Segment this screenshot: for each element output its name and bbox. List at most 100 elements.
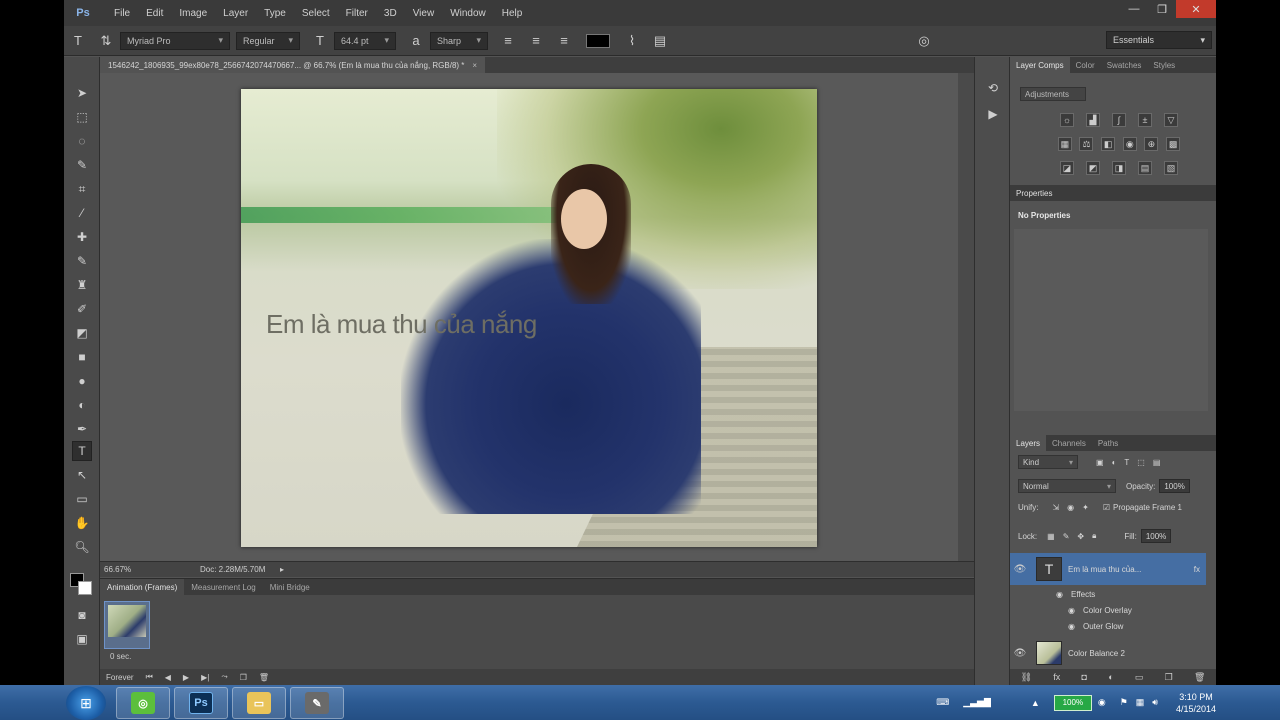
tab-mini-bridge[interactable]: Mini Bridge [263,583,317,592]
zoom-tool-icon[interactable]: 🔍︎ [72,537,92,557]
menu-type[interactable]: Type [256,8,294,19]
unify-visibility-icon[interactable]: ◉ [1067,503,1074,512]
delete-frame-icon[interactable]: 🗑︎ [253,673,275,682]
font-style-select[interactable]: Regular [236,31,300,50]
exposure-icon[interactable]: ± [1138,113,1152,127]
volume-icon[interactable]: 🔊︎ [1152,697,1158,708]
color-lookup-icon[interactable]: ▩ [1166,137,1181,151]
crop-tool-icon[interactable]: ⌗ [72,179,92,199]
next-frame-icon[interactable]: ▶| [195,673,215,682]
tween-icon[interactable]: ⤳ [215,672,233,682]
restore-button[interactable]: ❐ [1148,0,1176,18]
photo-filter-icon[interactable]: ◉ [1122,137,1137,151]
network-icon[interactable]: ▦ [1136,697,1145,708]
filter-kind-select[interactable]: Kind [1018,455,1078,469]
layer-effects[interactable]: ◉ Effects [1010,587,1206,601]
effect-color-overlay[interactable]: ◉ Color Overlay [1010,603,1206,617]
new-group-icon[interactable]: ▭ [1135,672,1144,683]
unify-position-icon[interactable]: ⇲ [1052,503,1059,512]
font-family-select[interactable]: Myriad Pro [120,31,230,50]
menu-view[interactable]: View [405,8,443,19]
lock-position-icon[interactable]: ✥ [1077,532,1084,541]
brightness-icon[interactable]: ☼ [1060,113,1074,127]
black-white-icon[interactable]: ◧ [1101,137,1116,151]
text-orientation-icon[interactable]: ⇅ [96,31,116,51]
zoom-level[interactable]: 66.67% [100,565,160,574]
path-select-tool-icon[interactable]: ↖ [72,465,92,485]
taskbar-app-4[interactable]: ✎ [290,687,344,719]
tab-channels[interactable]: Channels [1046,439,1092,448]
channel-mixer-icon[interactable]: ⊕ [1144,137,1159,151]
battery-indicator[interactable]: 100% [1053,694,1092,711]
duplicate-frame-icon[interactable]: ❐ [234,673,253,682]
workspace-select[interactable]: Essentials ▾ [1106,31,1212,49]
document-tab[interactable]: 1546242_1806935_99ex80e78_25667420744706… [100,57,486,73]
tray-up-icon[interactable]: ▲ [1031,698,1040,708]
menu-3d[interactable]: 3D [376,8,405,19]
tab-paths[interactable]: Paths [1092,439,1124,448]
selective-color-icon[interactable]: ▧ [1164,161,1178,175]
clock[interactable]: 3:10 PM 4/15/2014 [1176,691,1216,715]
close-tab-icon[interactable]: × [472,61,477,70]
blur-tool-icon[interactable]: ● [72,371,92,391]
lock-transparency-icon[interactable]: ▦ [1047,532,1055,541]
new-adjustment-icon[interactable]: ◐ [1108,672,1113,682]
propagate-checkbox[interactable]: ☑ [1103,503,1110,512]
opacity-input[interactable]: 100% [1159,479,1190,493]
status-arrow-icon[interactable]: ▸ [280,565,284,574]
flag-icon[interactable]: ⚑ [1120,697,1128,708]
filter-smart-icon[interactable]: ▤ [1153,458,1161,467]
invert-icon[interactable]: ◪ [1060,161,1074,175]
close-button[interactable]: ✕ [1176,0,1216,18]
quick-select-tool-icon[interactable]: ✎ [72,155,92,175]
layer-color-balance[interactable]: 👁︎ Color Balance 2 [1010,639,1206,667]
text-color-swatch[interactable] [586,33,610,48]
history-brush-tool-icon[interactable]: ✐ [72,299,92,319]
threshold-icon[interactable]: ◨ [1112,161,1126,175]
animation-frame-1[interactable] [104,601,150,649]
posterize-icon[interactable]: ◩ [1086,161,1100,175]
lasso-tool-icon[interactable]: ◌ [72,131,92,151]
filter-adjust-icon[interactable]: ◐ [1112,458,1117,467]
history-panel-icon[interactable]: ⟲ [983,79,1003,97]
add-style-icon[interactable]: fx [1053,672,1060,682]
play-icon[interactable]: ▶ [177,673,195,682]
eyedropper-tool-icon[interactable]: ⁄ [72,203,92,223]
start-button[interactable]: ⊞ [66,686,106,720]
actions-panel-icon[interactable]: ▶ [983,105,1003,123]
lock-pixels-icon[interactable]: ✎ [1063,532,1070,541]
warp-text-icon[interactable]: ⌇ [622,31,642,51]
type-tool-icon[interactable]: T [72,441,92,461]
tray-app-icon[interactable]: ◉ [1098,697,1106,708]
eraser-tool-icon[interactable]: ◩ [72,323,92,343]
menu-file[interactable]: File [106,8,138,19]
canvas-text-layer[interactable]: Em là mua thu của nắng [266,309,537,340]
type-tool-preset-icon[interactable]: T [68,31,88,51]
menu-window[interactable]: Window [442,8,494,19]
canvas-area[interactable]: Em là mua thu của nắng [100,73,974,561]
taskbar-explorer[interactable]: ▭ [232,687,286,719]
dodge-tool-icon[interactable]: ◐ [72,395,92,415]
align-center-icon[interactable]: ≡ [526,31,546,51]
tab-swatches[interactable]: Swatches [1101,61,1148,70]
antialias-select[interactable]: Sharp [430,31,488,50]
pen-tool-icon[interactable]: ✒ [72,419,92,439]
hand-tool-icon[interactable]: ✋ [72,513,92,533]
background-color[interactable] [78,581,92,595]
screen-mode-icon[interactable]: ▣ [72,629,92,649]
move-tool-icon[interactable]: ➤ [72,83,92,103]
frame-delay[interactable]: 0 sec. [110,652,131,661]
new-layer-icon[interactable]: ❐ [1165,672,1173,683]
effect-outer-glow[interactable]: ◉ Outer Glow [1010,619,1206,633]
hue-saturation-icon[interactable]: ▦ [1057,137,1072,151]
minimize-button[interactable]: — [1120,0,1148,18]
document-canvas[interactable]: Em là mua thu của nắng [241,89,817,547]
gradient-map-icon[interactable]: ▤ [1138,161,1152,175]
filter-shape-icon[interactable]: ⬚ [1137,458,1145,467]
prev-frame-icon[interactable]: ◀ [159,673,177,682]
levels-icon[interactable]: ▟ [1086,113,1100,127]
menu-layer[interactable]: Layer [215,8,256,19]
3d-icon[interactable]: ◎ [914,31,934,51]
vibrance-icon[interactable]: ▽ [1164,113,1178,127]
keyboard-icon[interactable]: ⌨ [936,697,949,708]
